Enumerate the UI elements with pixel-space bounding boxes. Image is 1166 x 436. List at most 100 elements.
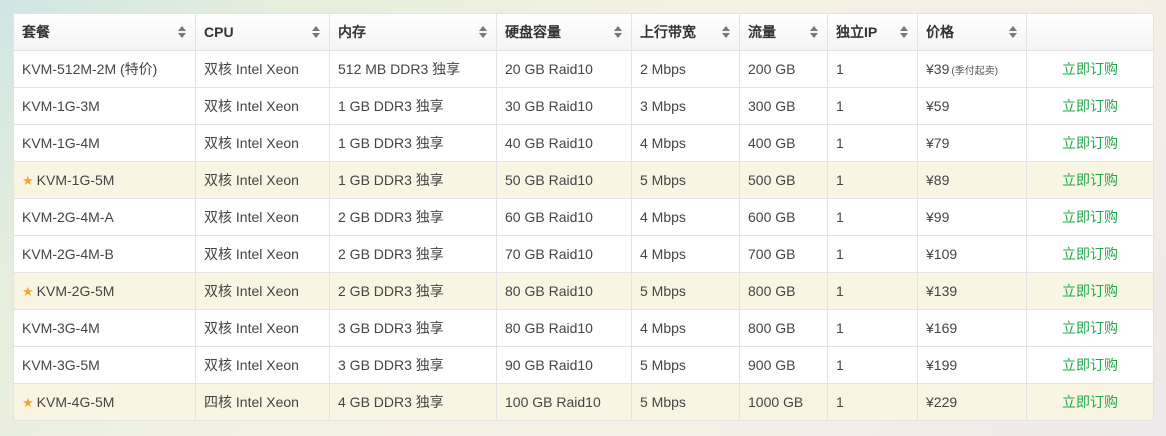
traffic-text: 800 GB	[748, 283, 796, 299]
order-now-link[interactable]: 立即订购	[1062, 209, 1118, 225]
traffic-text: 400 GB	[748, 135, 796, 151]
ip-cell: 1	[827, 161, 918, 199]
header-label: 流量	[748, 24, 776, 40]
header-bandwidth[interactable]: 上行带宽	[631, 13, 740, 51]
cpu-cell: 双核 Intel Xeon	[195, 309, 330, 347]
order-now-link[interactable]: 立即订购	[1062, 246, 1118, 262]
order-now-link[interactable]: 立即订购	[1062, 98, 1118, 114]
bandwidth-cell: 5 Mbps	[631, 383, 740, 421]
action-cell: 立即订购	[1026, 161, 1154, 199]
memory-text: 2 GB DDR3 独享	[338, 209, 444, 225]
sort-arrows-icon[interactable]	[810, 25, 818, 39]
plan-text: KVM-2G-5M	[36, 282, 115, 299]
sort-arrows-icon[interactable]	[178, 25, 186, 39]
header-disk[interactable]: 硬盘容量	[496, 13, 632, 51]
bandwidth-text: 5 Mbps	[640, 394, 686, 410]
price-text: ¥139	[926, 283, 958, 299]
traffic-cell: 1000 GB	[739, 383, 828, 421]
header-action	[1026, 13, 1154, 51]
disk-text: 30 GB Raid10	[505, 98, 593, 114]
header-traffic[interactable]: 流量	[739, 13, 828, 51]
plan-text: KVM-3G-4M	[22, 320, 100, 336]
bandwidth-text: 4 Mbps	[640, 209, 686, 225]
plan-cell: KVM-512M-2M (特价)	[13, 50, 196, 88]
table-row: KVM-2G-4M-A 双核 Intel Xeon 2 GB DDR3 独享 60 G…	[13, 198, 1154, 236]
bandwidth-text: 4 Mbps	[640, 135, 686, 151]
price-cell: ¥139	[917, 272, 1027, 310]
cpu-cell: 双核 Intel Xeon	[195, 50, 330, 88]
price-text: ¥39	[926, 61, 950, 77]
disk-cell: 20 GB Raid10	[496, 50, 632, 88]
traffic-cell: 400 GB	[739, 124, 828, 162]
plan-text: KVM-1G-3M	[22, 98, 100, 114]
table-body: KVM-512M-2M (特价) 双核 Intel Xeon 512 MB DDR3…	[13, 50, 1154, 421]
disk-cell: 40 GB Raid10	[496, 124, 632, 162]
header-memory[interactable]: 内存	[329, 13, 497, 51]
header-plan[interactable]: 套餐	[13, 13, 196, 51]
order-now-link[interactable]: 立即订购	[1062, 172, 1118, 188]
price-text: ¥229	[926, 394, 958, 410]
plan-text: KVM-4G-5M	[36, 393, 115, 410]
bandwidth-text: 4 Mbps	[640, 246, 686, 262]
header-label: CPU	[204, 24, 234, 40]
table-row: KVM-512M-2M (特价) 双核 Intel Xeon 512 MB DDR3…	[13, 50, 1154, 88]
star-icon: ★	[22, 395, 34, 411]
sort-arrows-icon[interactable]	[722, 25, 730, 39]
disk-cell: 100 GB Raid10	[496, 383, 632, 421]
cpu-text: 双核 Intel Xeon	[204, 209, 299, 225]
memory-cell: 4 GB DDR3 独享	[329, 383, 497, 421]
price-text: ¥89	[926, 172, 950, 188]
cpu-cell: 双核 Intel Xeon	[195, 198, 330, 236]
bandwidth-text: 3 Mbps	[640, 98, 686, 114]
sort-arrows-icon[interactable]	[479, 25, 487, 39]
memory-text: 512 MB DDR3 独享	[338, 61, 461, 77]
price-cell: ¥79	[917, 124, 1027, 162]
order-now-link[interactable]: 立即订购	[1062, 283, 1118, 299]
disk-text: 40 GB Raid10	[505, 135, 593, 151]
bandwidth-cell: 4 Mbps	[631, 235, 740, 273]
ip-text: 1	[836, 209, 844, 225]
price-cell: ¥109	[917, 235, 1027, 273]
header-cpu[interactable]: CPU	[195, 13, 330, 51]
plan-cell: KVM-3G-5M	[13, 346, 196, 384]
order-now-link[interactable]: 立即订购	[1062, 135, 1118, 151]
ip-text: 1	[836, 246, 844, 262]
sort-arrows-icon[interactable]	[614, 25, 622, 39]
order-now-link[interactable]: 立即订购	[1062, 320, 1118, 336]
plan-text: KVM-3G-5M	[22, 357, 100, 373]
memory-text: 4 GB DDR3 独享	[338, 394, 444, 410]
price-text: ¥79	[926, 135, 950, 151]
disk-cell: 90 GB Raid10	[496, 346, 632, 384]
sort-arrows-icon[interactable]	[900, 25, 908, 39]
order-now-link[interactable]: 立即订购	[1062, 394, 1118, 410]
cpu-cell: 双核 Intel Xeon	[195, 235, 330, 273]
traffic-cell: 300 GB	[739, 87, 828, 125]
cpu-text: 双核 Intel Xeon	[204, 320, 299, 336]
traffic-text: 500 GB	[748, 172, 796, 188]
table-row: ★ KVM-1G-5M 双核 Intel Xeon 1 GB DDR3 独享 50 GB…	[13, 161, 1154, 199]
ip-cell: 1	[827, 50, 918, 88]
cpu-cell: 双核 Intel Xeon	[195, 124, 330, 162]
cpu-text: 双核 Intel Xeon	[204, 283, 299, 299]
traffic-cell: 500 GB	[739, 161, 828, 199]
cpu-cell: 双核 Intel Xeon	[195, 272, 330, 310]
table-header-row: 套餐 CPU 内存 硬盘容量 上行带宽 流量 独立IP 价格	[13, 13, 1154, 51]
memory-cell: 1 GB DDR3 独享	[329, 87, 497, 125]
order-now-link[interactable]: 立即订购	[1062, 61, 1118, 77]
order-now-link[interactable]: 立即订购	[1062, 357, 1118, 373]
memory-text: 3 GB DDR3 独享	[338, 357, 444, 373]
price-cell: ¥59	[917, 87, 1027, 125]
ip-text: 1	[836, 61, 844, 77]
price-text: ¥169	[926, 320, 958, 336]
bandwidth-cell: 4 Mbps	[631, 309, 740, 347]
header-price[interactable]: 价格	[917, 13, 1027, 51]
star-icon: ★	[22, 173, 34, 189]
traffic-cell: 900 GB	[739, 346, 828, 384]
header-label: 内存	[338, 24, 366, 40]
action-cell: 立即订购	[1026, 272, 1154, 310]
sort-arrows-icon[interactable]	[312, 25, 320, 39]
disk-text: 50 GB Raid10	[505, 172, 593, 188]
memory-text: 1 GB DDR3 独享	[338, 135, 444, 151]
sort-arrows-icon[interactable]	[1009, 25, 1017, 39]
header-ip[interactable]: 独立IP	[827, 13, 918, 51]
